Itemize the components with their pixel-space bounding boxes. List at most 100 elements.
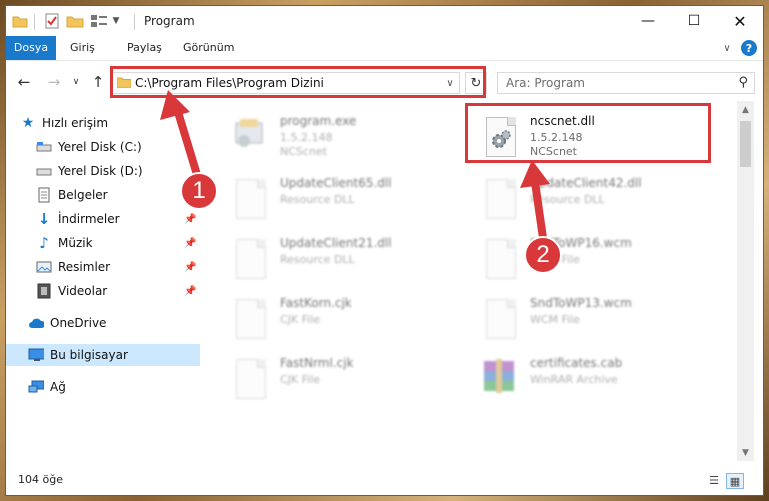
file-name: SndToWP13.wcm: [530, 296, 632, 310]
music-icon: ♪: [39, 234, 49, 252]
properties-check-icon[interactable]: [44, 12, 60, 30]
file-company: NCScnet: [280, 145, 327, 158]
ribbon-expand-icon[interactable]: ∨: [719, 40, 735, 56]
back-arrow-icon[interactable]: ←: [14, 73, 34, 91]
file-icon: [230, 357, 270, 403]
dll-gear-icon: [480, 177, 520, 223]
vertical-scrollbar[interactable]: ▲ ▼: [737, 101, 754, 461]
file-item-updateclient21[interactable]: UpdateClient21.dll Resource DLL: [216, 231, 466, 291]
computer-icon: [28, 347, 44, 363]
file-name: program.exe: [280, 114, 357, 128]
sidebar-item-label: İndirmeler: [58, 212, 120, 226]
sidebar-item-music[interactable]: ♪ Müzik 📌: [6, 232, 200, 254]
documents-icon: [36, 187, 52, 203]
file-item-updateclient42[interactable]: UpdateClient42.dll Resource DLL: [466, 171, 716, 231]
file-item-fastkorn[interactable]: FastKorn.cjk CJK File: [216, 291, 466, 351]
sidebar-item-disk-d[interactable]: Yerel Disk (D:): [6, 160, 200, 182]
scroll-up-icon[interactable]: ▲: [737, 101, 754, 118]
sidebar-item-downloads[interactable]: ↓ İndirmeler 📌: [6, 208, 200, 230]
pin-icon[interactable]: 📌: [184, 262, 196, 273]
scroll-thumb[interactable]: [740, 121, 751, 167]
sidebar-item-documents[interactable]: Belgeler: [6, 184, 200, 206]
sidebar-item-label: Resimler: [58, 260, 111, 274]
file-type: Resource DLL: [530, 193, 605, 206]
details-view-icon[interactable]: ☰: [706, 473, 722, 487]
file-version: 1.5.2.148: [280, 131, 333, 144]
forward-arrow-icon[interactable]: →: [44, 73, 64, 91]
window-title: Program: [144, 14, 195, 28]
sidebar-item-pictures[interactable]: Resimler 📌: [6, 256, 200, 278]
sidebar-item-quick-access[interactable]: ★ Hızlı erişim: [6, 112, 200, 134]
file-name: UpdateClient65.dll: [280, 176, 392, 190]
recent-dropdown-icon[interactable]: ∨: [66, 73, 86, 91]
cloud-icon: [28, 315, 44, 331]
scroll-down-icon[interactable]: ▼: [737, 444, 754, 461]
file-item-sndtowp16[interactable]: SndToWP16.wcm WCM File: [466, 231, 716, 291]
file-highlight-box: [465, 103, 711, 163]
sidebar-item-label: Müzik: [58, 236, 93, 250]
network-icon: [28, 379, 44, 395]
file-type: Resource DLL: [280, 253, 355, 266]
download-icon: ↓: [37, 210, 51, 228]
drive-icon: [36, 163, 52, 179]
sidebar-item-label: Yerel Disk (C:): [58, 140, 142, 154]
tab-share[interactable]: Paylaş: [127, 36, 162, 60]
pin-icon[interactable]: 📌: [184, 214, 196, 225]
status-bar: 104 öğe ☰ ▦: [6, 469, 763, 491]
folder-icon: [12, 12, 28, 30]
item-count: 104 öğe: [18, 473, 63, 486]
file-icon: [230, 297, 270, 343]
sidebar-item-label: OneDrive: [50, 316, 107, 330]
sidebar-item-videos[interactable]: Videolar 📌: [6, 280, 200, 302]
maximize-button[interactable]: ☐: [671, 6, 717, 36]
sidebar-item-label: Videolar: [58, 284, 108, 298]
sidebar-item-label: Bu bilgisayar: [50, 348, 128, 362]
address-highlight-box: [110, 66, 486, 98]
sidebar-item-disk-c[interactable]: Yerel Disk (C:): [6, 136, 200, 158]
navigation-pane: ★ Hızlı erişim Yerel Disk (C:) Yerel Dis…: [6, 106, 206, 461]
sidebar-item-label: Yerel Disk (D:): [58, 164, 143, 178]
view-menu-icon[interactable]: [90, 12, 108, 30]
customize-dropdown-icon[interactable]: ▼: [110, 12, 122, 30]
pictures-icon: [36, 259, 52, 275]
step-badge-1: 1: [180, 172, 218, 210]
up-arrow-icon[interactable]: ↑: [88, 73, 108, 91]
file-item-program-exe[interactable]: program.exe 1.5.2.148 NCScnet: [216, 109, 466, 169]
file-item-updateclient65[interactable]: UpdateClient65.dll Resource DLL: [216, 171, 466, 231]
videos-icon: [36, 283, 52, 299]
tab-file[interactable]: Dosya: [6, 36, 56, 60]
pin-icon[interactable]: 📌: [184, 238, 196, 249]
sidebar-item-label: Belgeler: [58, 188, 108, 202]
sidebar-item-this-pc[interactable]: Bu bilgisayar: [6, 344, 200, 366]
sidebar-item-network[interactable]: Ağ: [6, 376, 200, 398]
sidebar-item-label: Ağ: [50, 380, 66, 394]
file-item-certificates-cab[interactable]: certificates.cab WinRAR Archive: [466, 351, 716, 411]
title-bar: ▼ Program — ☐ ✕: [6, 6, 763, 36]
file-name: UpdateClient21.dll: [280, 236, 392, 250]
sidebar-item-onedrive[interactable]: OneDrive: [6, 312, 200, 334]
file-name: certificates.cab: [530, 356, 623, 370]
ribbon-tabs: Dosya Giriş Paylaş Görünüm ∨ ?: [6, 36, 763, 61]
help-icon[interactable]: ?: [741, 40, 757, 56]
sidebar-item-label: Hızlı erişim: [42, 116, 109, 130]
dll-gear-icon: [230, 237, 270, 283]
file-icon: [480, 297, 520, 343]
tab-view[interactable]: Görünüm: [183, 36, 234, 60]
file-type: WCM File: [530, 313, 580, 326]
search-input[interactable]: Ara: Program ⚲: [497, 72, 755, 94]
tab-home[interactable]: Giriş: [70, 36, 95, 60]
pin-icon[interactable]: 📌: [184, 286, 196, 297]
dll-gear-icon: [230, 177, 270, 223]
file-type: CJK File: [280, 313, 321, 326]
winrar-icon: [480, 357, 520, 403]
exe-icon: [230, 115, 270, 161]
file-item-sndtowp13[interactable]: SndToWP13.wcm WCM File: [466, 291, 716, 351]
new-folder-icon[interactable]: [66, 12, 84, 30]
large-icons-view-icon[interactable]: ▦: [726, 473, 744, 489]
minimize-button[interactable]: —: [625, 6, 671, 36]
file-item-fastnrml[interactable]: FastNrml.cjk CJK File: [216, 351, 466, 411]
drive-icon: [36, 139, 52, 155]
close-button[interactable]: ✕: [717, 6, 763, 36]
search-icon: ⚲: [738, 75, 748, 90]
file-icon: [480, 237, 520, 283]
